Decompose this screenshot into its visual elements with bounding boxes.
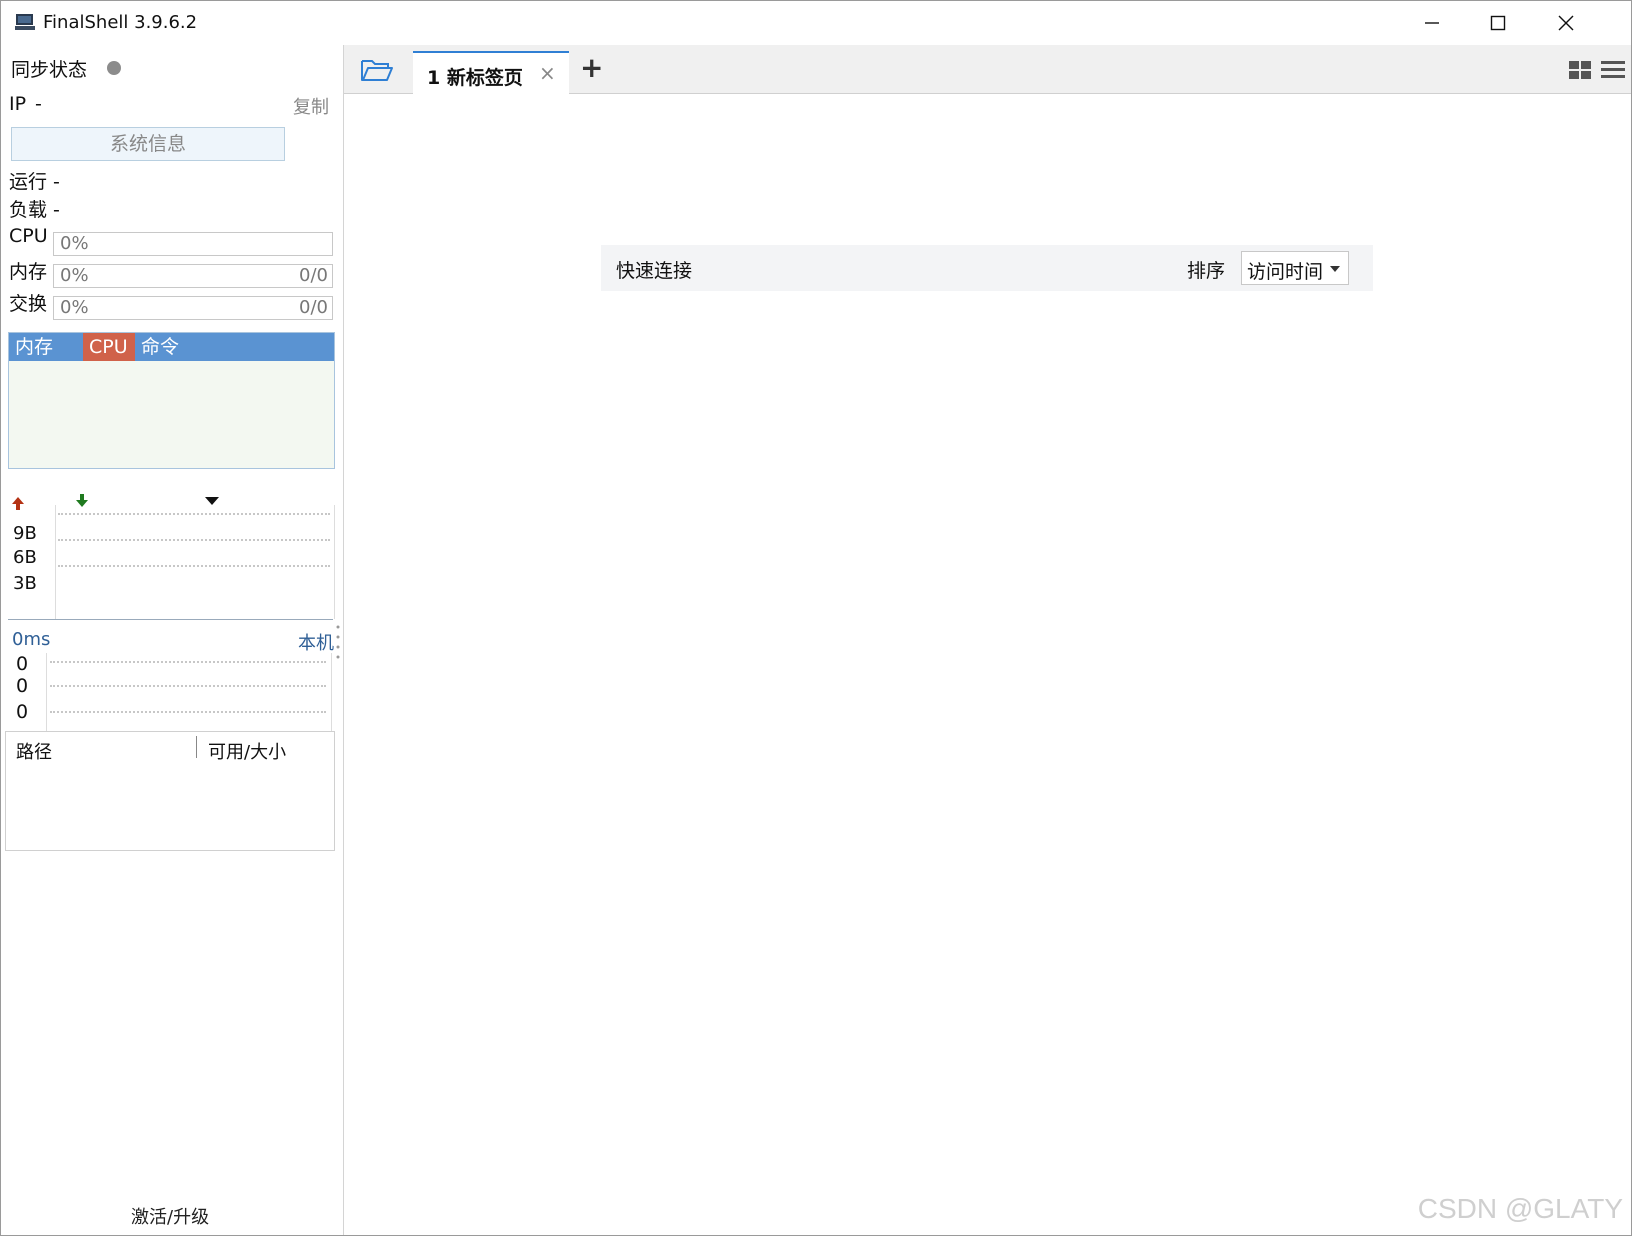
maximize-button[interactable] [1465, 1, 1531, 45]
maximize-icon [1490, 15, 1506, 31]
ping-monitor: 0ms 本机 0 0 0 [10, 625, 334, 740]
grid-line [58, 513, 330, 515]
add-tab-icon[interactable]: + [580, 51, 603, 84]
disk-header-size[interactable]: 可用/大小 [208, 738, 286, 764]
title-bar[interactable]: FinalShell 3.9.6.2 [1, 1, 1631, 45]
swap-value: 0/0 [299, 297, 328, 318]
sort-select-value: 访问时间 [1247, 261, 1324, 283]
process-tab-command[interactable]: 命令 [135, 333, 185, 361]
network-tick: 6B [13, 547, 37, 568]
quick-connect-bar: 快速连接 排序 访问时间 [601, 245, 1373, 291]
open-folder-icon[interactable] [360, 57, 394, 83]
ping-tick: 0 [16, 701, 29, 723]
ping-latency: 0ms [12, 629, 51, 650]
process-tab-cpu[interactable]: CPU [83, 333, 135, 361]
grid-line [50, 711, 326, 713]
grid-line [50, 661, 326, 663]
grid-view-icon[interactable] [1569, 61, 1591, 79]
disk-usage-table[interactable]: 路径 可用/大小 [5, 731, 335, 851]
ip-value: - [35, 93, 42, 115]
panel-resize-handle-icon[interactable] [335, 623, 341, 665]
process-list[interactable]: 内存 CPU 命令 [8, 332, 335, 469]
window-title: FinalShell 3.9.6.2 [43, 12, 198, 33]
view-mode-toggle[interactable] [1567, 59, 1629, 81]
cpu-percent: 0% [60, 233, 89, 254]
ping-chart-area [46, 653, 332, 737]
network-tick: 3B [13, 573, 37, 594]
activate-upgrade-link[interactable]: 激活/升级 [131, 1203, 209, 1229]
process-list-header: 内存 CPU 命令 [9, 333, 334, 361]
main-content: 快速连接 排序 访问时间 [344, 94, 1631, 1235]
copy-ip-button[interactable]: 复制 [293, 93, 329, 119]
minimize-button[interactable] [1399, 1, 1465, 45]
uptime-label: 运行 - [9, 171, 60, 193]
ip-label: IP [9, 93, 27, 115]
grid-line [50, 685, 326, 687]
memory-label: 内存 [9, 261, 48, 283]
close-button[interactable] [1533, 1, 1599, 45]
network-chart-area [55, 505, 335, 619]
network-tick: 9B [13, 523, 37, 544]
grid-line [58, 539, 330, 541]
tab-close-icon[interactable]: × [539, 61, 556, 85]
watermark: CSDN @GLATY [1417, 1193, 1623, 1224]
app-window: FinalShell 3.9.6.2 同步状态 IP - 复制 系统信息 运行 … [0, 0, 1632, 1236]
column-divider[interactable] [196, 736, 197, 758]
list-view-icon[interactable] [1601, 61, 1625, 78]
memory-usage-bar: 0% 0/0 [53, 264, 333, 288]
cpu-usage-bar: 0% [53, 232, 333, 256]
swap-usage-bar: 0% 0/0 [53, 296, 333, 320]
sync-status-label: 同步状态 [11, 59, 88, 81]
ping-target[interactable]: 本机 [298, 629, 334, 655]
cpu-label: CPU [9, 225, 48, 247]
network-monitor: 9B 6B 3B [8, 493, 335, 620]
tab-new[interactable]: 1 新标签页 × [413, 51, 569, 95]
swap-label: 交换 [9, 293, 48, 315]
quick-connect-label: 快速连接 [616, 260, 693, 282]
memory-percent: 0% [60, 265, 89, 286]
sync-status-dot-icon [107, 61, 121, 75]
swap-percent: 0% [60, 297, 89, 318]
grid-line [58, 565, 330, 567]
sort-label: 排序 [1187, 260, 1226, 282]
minimize-icon [1425, 22, 1439, 24]
process-tab-memory[interactable]: 内存 [9, 333, 83, 361]
sort-select[interactable]: 访问时间 [1241, 251, 1349, 285]
disk-header-path[interactable]: 路径 [16, 738, 52, 764]
close-icon [1558, 15, 1574, 31]
tab-label: 1 新标签页 [427, 67, 523, 89]
ping-tick: 0 [16, 653, 29, 675]
upload-arrow-icon [12, 497, 24, 510]
server-status-panel: 同步状态 IP - 复制 系统信息 运行 - 负载 - CPU 0% 内存 0%… [1, 45, 344, 1235]
load-label: 负载 - [9, 199, 60, 221]
ping-tick: 0 [16, 675, 29, 697]
system-info-button[interactable]: 系统信息 [11, 127, 285, 161]
memory-value: 0/0 [299, 265, 328, 286]
finalshell-app-icon [15, 14, 35, 30]
chevron-down-icon [1330, 266, 1340, 272]
tab-bar: 1 新标签页 × + [344, 45, 1631, 95]
